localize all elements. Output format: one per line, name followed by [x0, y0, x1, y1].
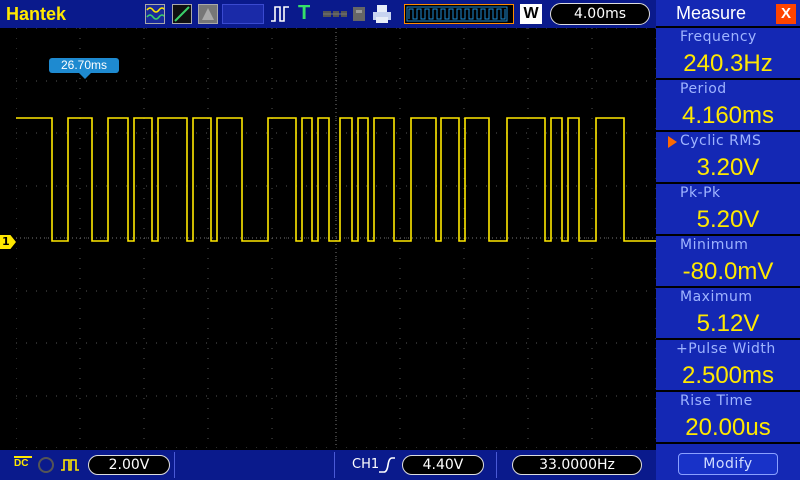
divider [334, 452, 335, 478]
window-mode-icon[interactable]: W [520, 4, 542, 24]
measure-value: 4.160ms [681, 102, 775, 129]
dc-coupling-icon: DC [14, 456, 32, 469]
measure-panel: Measure X Frequency 240.3Hz Period 4.160… [656, 0, 800, 480]
display-mode-icon[interactable] [198, 4, 218, 24]
measure-label: Rise Time [680, 393, 753, 409]
usb-icon [353, 7, 365, 21]
measure-item-period[interactable]: Period 4.160ms [656, 80, 800, 132]
trigger-time-offset[interactable]: 26.70ms [49, 58, 119, 73]
channel-1-marker[interactable]: 1 [0, 235, 16, 249]
trigger-level-readout[interactable]: 4.40V [402, 455, 484, 475]
timebase-readout[interactable]: 4.00ms [550, 3, 650, 25]
top-status-bar: Hantek T W 4.00ms [0, 0, 656, 28]
measure-value: 3.20V [696, 154, 760, 181]
measure-value: 240.3Hz [683, 50, 773, 77]
probe-icon [38, 457, 54, 473]
measure-item-frequency[interactable]: Frequency 240.3Hz [656, 28, 800, 80]
modify-button[interactable]: Modify [678, 453, 778, 475]
brand-logo: Hantek [6, 4, 67, 24]
volts-per-div-readout[interactable]: 2.00V [88, 455, 170, 475]
rising-edge-icon[interactable] [378, 456, 396, 474]
measure-item-pk-pk[interactable]: Pk-Pk 5.20V [656, 184, 800, 236]
measure-value: -80.0mV [682, 258, 774, 285]
measure-item-cyclic-rms[interactable]: Cyclic RMS 3.20V [656, 132, 800, 184]
close-button[interactable]: X [776, 4, 796, 24]
measure-label: Frequency [680, 29, 757, 45]
measure-panel-header: Measure X [656, 0, 800, 28]
bandwidth-limit-icon [61, 459, 79, 471]
trigger-pulse-icon[interactable] [270, 4, 290, 24]
measure-item-minimum[interactable]: Minimum -80.0mV [656, 236, 800, 288]
trigger-type-icon[interactable]: T [298, 2, 310, 24]
bottom-status-bar: DC 2.00V CH1 4.40V 33.0000Hz [0, 450, 656, 480]
waveform-display[interactable]: 26.70ms [16, 28, 670, 448]
measure-value: 5.12V [696, 310, 760, 337]
measure-value: 5.20V [696, 206, 760, 233]
measure-panel-title: Measure [676, 3, 747, 23]
selected-arrow-icon [668, 136, 677, 148]
graticule [16, 28, 656, 448]
measure-label: Maximum [680, 289, 753, 305]
measure-label: Minimum [680, 237, 749, 253]
measure-label: Pk-Pk [680, 185, 721, 201]
print-icon[interactable] [372, 4, 392, 24]
measure-item-maximum[interactable]: Maximum 5.12V [656, 288, 800, 340]
measure-item-pulse-width[interactable]: +Pulse Width 2.500ms [656, 340, 800, 392]
measure-label: Cyclic RMS [680, 133, 762, 149]
trigger-position-marker[interactable] [79, 73, 91, 79]
divider [496, 452, 497, 478]
run-mode-wave-icon[interactable] [145, 4, 166, 24]
oscilloscope-grid [16, 28, 656, 448]
measure-label: +Pulse Width [676, 341, 776, 357]
measure-value: 20.00us [685, 414, 771, 441]
measure-label: Period [680, 81, 727, 97]
divider [174, 452, 175, 478]
frequency-counter-readout[interactable]: 33.0000Hz [512, 455, 642, 475]
waveform-overview[interactable] [404, 4, 514, 24]
measure-item-rise-time[interactable]: Rise Time 20.00us [656, 392, 800, 444]
network-icon [323, 11, 347, 17]
measure-value: 2.500ms [681, 362, 775, 389]
trigger-channel-label: CH1 [352, 457, 380, 472]
status-slot [222, 4, 264, 24]
slope-icon[interactable] [172, 4, 192, 24]
